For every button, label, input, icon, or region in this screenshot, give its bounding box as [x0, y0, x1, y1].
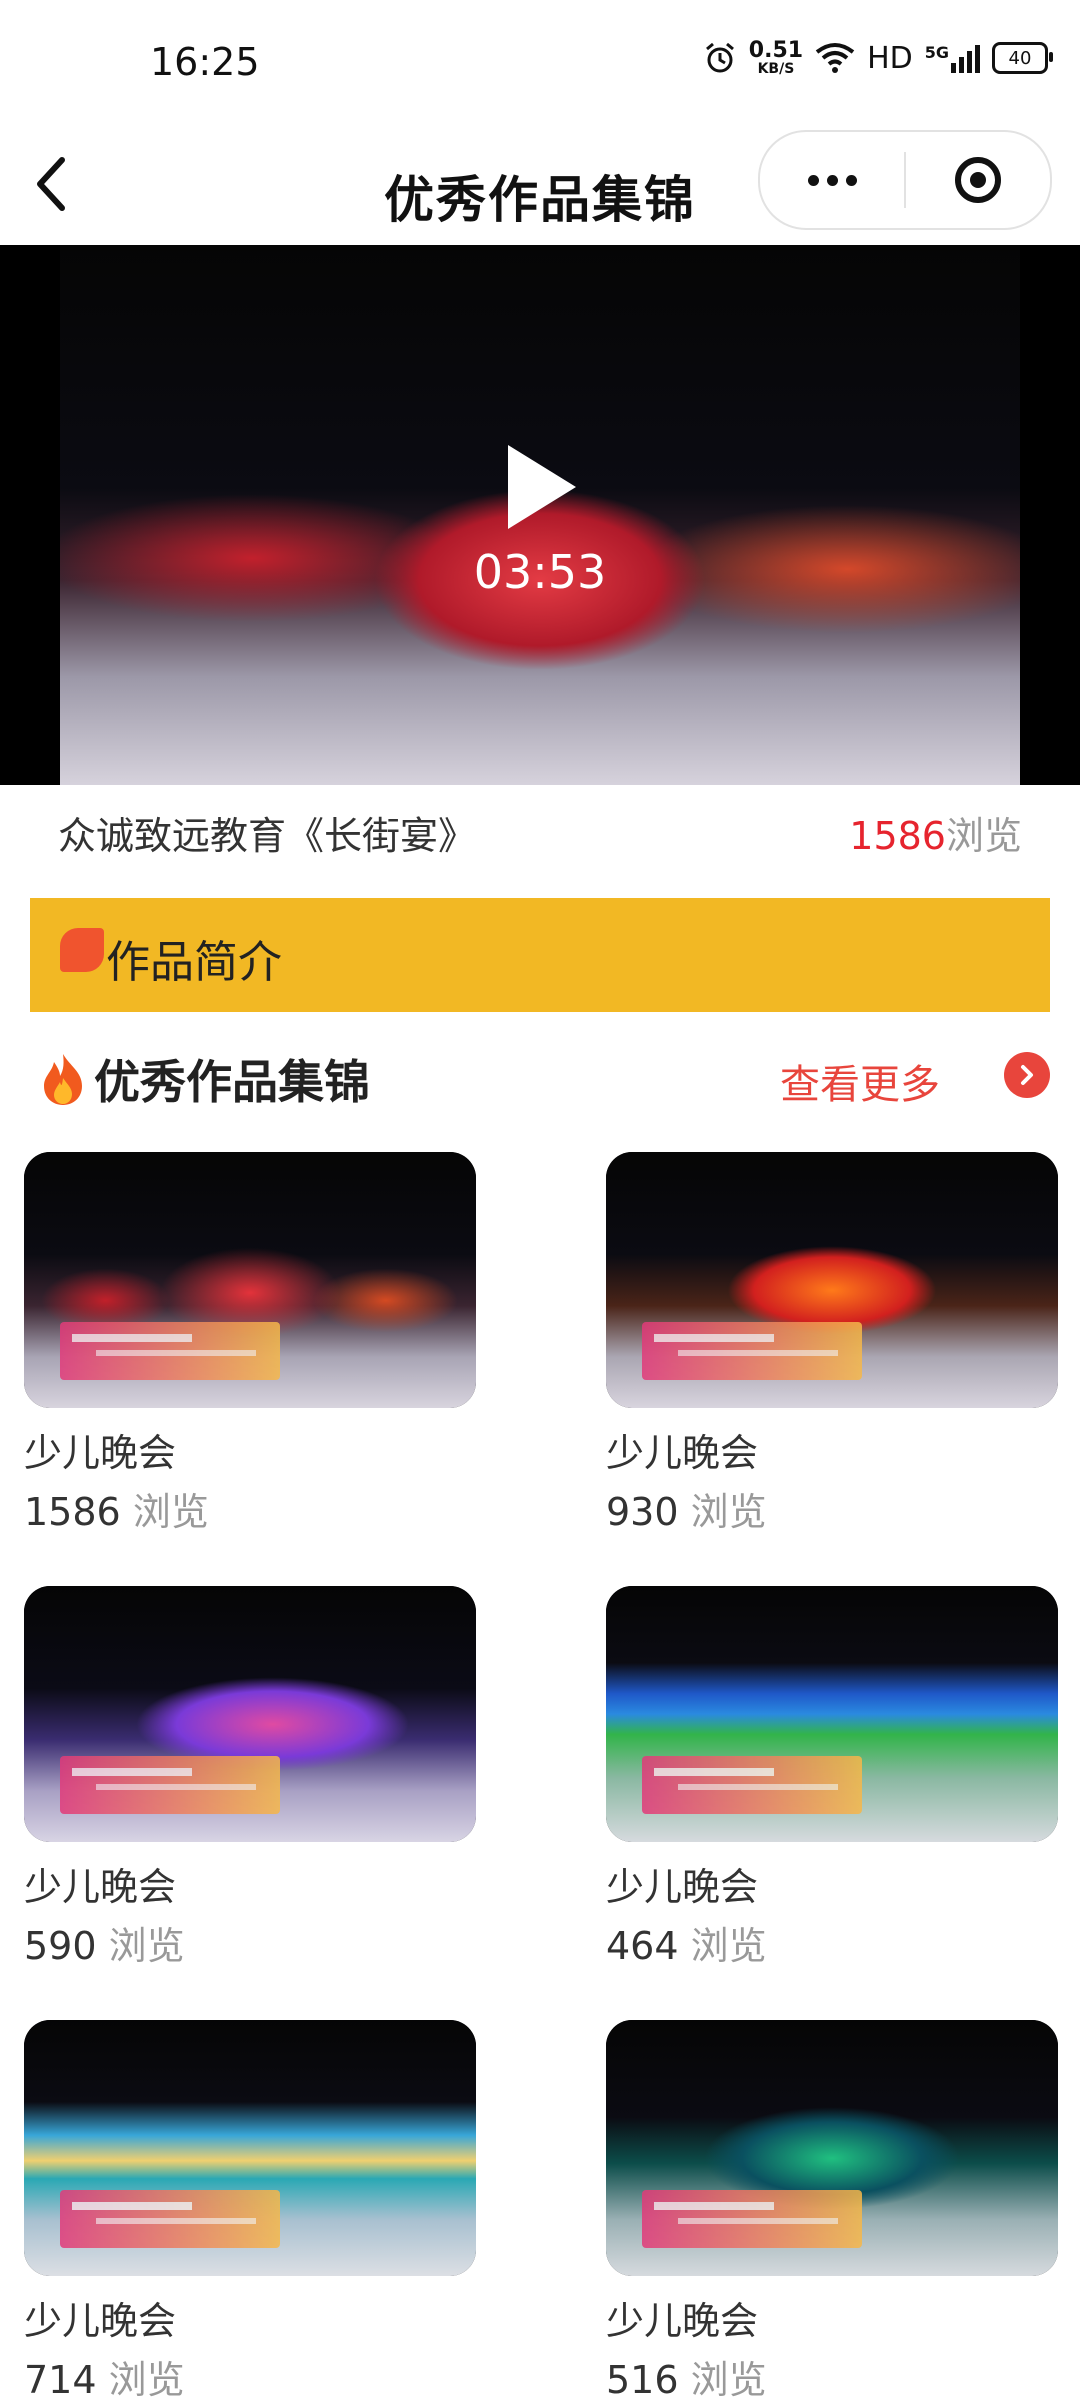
intro-marker-icon: [60, 928, 104, 972]
work-card[interactable]: 少儿晚会 590 浏览: [24, 1586, 476, 1970]
play-icon[interactable]: [508, 445, 576, 529]
net-speed: 0.51 KB/S: [748, 38, 804, 77]
video-views: 1586浏览: [849, 805, 1022, 860]
work-title: 少儿晚会: [606, 1865, 759, 1909]
work-thumbnail[interactable]: [24, 1152, 476, 1408]
view-more-button[interactable]: [1004, 1052, 1050, 1098]
nav-bar: 优秀作品集锦: [0, 130, 1080, 245]
wifi-icon: [815, 43, 855, 73]
work-thumbnail[interactable]: [24, 2020, 476, 2276]
work-title: 少儿晚会: [24, 1431, 177, 1475]
chevron-right-icon: [1021, 1065, 1033, 1085]
work-card[interactable]: 少儿晚会 516 浏览: [606, 2020, 1058, 2404]
work-title: 少儿晚会: [606, 2299, 759, 2343]
intro-tab[interactable]: 作品简介: [30, 898, 1050, 1012]
works-grid: 少儿晚会 1586 浏览 少儿晚会 930 浏览 少儿晚会 590 浏览 少儿晚…: [24, 1152, 1058, 2404]
work-thumbnail[interactable]: [24, 1586, 476, 1842]
video-views-unit: 浏览: [945, 814, 1022, 858]
work-thumbnail[interactable]: [606, 1152, 1058, 1408]
alarm-icon: [705, 42, 734, 73]
status-bar: 16:25 0.51 KB/S HD 5G 40: [0, 0, 1080, 130]
work-views: 590 浏览: [24, 1924, 185, 1968]
work-thumbnail[interactable]: [606, 2020, 1058, 2276]
section-header: 优秀作品集锦 查看更多: [0, 1030, 1080, 1120]
work-title: 少儿晚会: [606, 1431, 759, 1475]
work-card[interactable]: 少儿晚会 714 浏览: [24, 2020, 476, 2404]
status-icons: 0.51 KB/S HD 5G 40: [703, 38, 1053, 77]
work-views: 1586 浏览: [24, 1490, 209, 1534]
video-duration: 03:53: [473, 545, 607, 599]
work-views: 930 浏览: [606, 1490, 767, 1534]
work-card[interactable]: 少儿晚会 1586 浏览: [24, 1152, 476, 1536]
video-info: 众诚致远教育《长街宴》 1586浏览: [0, 785, 1080, 875]
section-title: 优秀作品集锦: [94, 1055, 370, 1109]
video-title: 众诚致远教育《长街宴》: [58, 814, 477, 858]
fire-icon: [44, 1054, 82, 1105]
work-views: 516 浏览: [606, 2358, 767, 2402]
work-title: 少儿晚会: [24, 1865, 177, 1909]
work-thumbnail[interactable]: [606, 1586, 1058, 1842]
view-more-link[interactable]: 查看更多: [780, 1052, 940, 1110]
target-icon: [955, 157, 1001, 203]
status-time: 16:25: [150, 40, 260, 84]
mini-program-capsule: [758, 130, 1052, 230]
work-card[interactable]: 少儿晚会 464 浏览: [606, 1586, 1058, 1970]
battery-level: 40: [1008, 47, 1032, 69]
video-player[interactable]: 03:53: [0, 245, 1080, 785]
work-card[interactable]: 少儿晚会 930 浏览: [606, 1152, 1058, 1536]
close-target-button[interactable]: [906, 132, 1050, 228]
signal-label: 5G: [924, 43, 949, 62]
work-title: 少儿晚会: [24, 2299, 177, 2343]
work-views: 714 浏览: [24, 2358, 185, 2402]
hd-label: HD: [867, 40, 913, 76]
video-views-count: 1586: [849, 814, 946, 858]
signal-icon: [951, 43, 980, 73]
work-views: 464 浏览: [606, 1924, 767, 1968]
battery-icon: 40: [992, 42, 1053, 74]
more-dots-icon[interactable]: [760, 132, 904, 228]
intro-label: 作品简介: [106, 937, 282, 988]
